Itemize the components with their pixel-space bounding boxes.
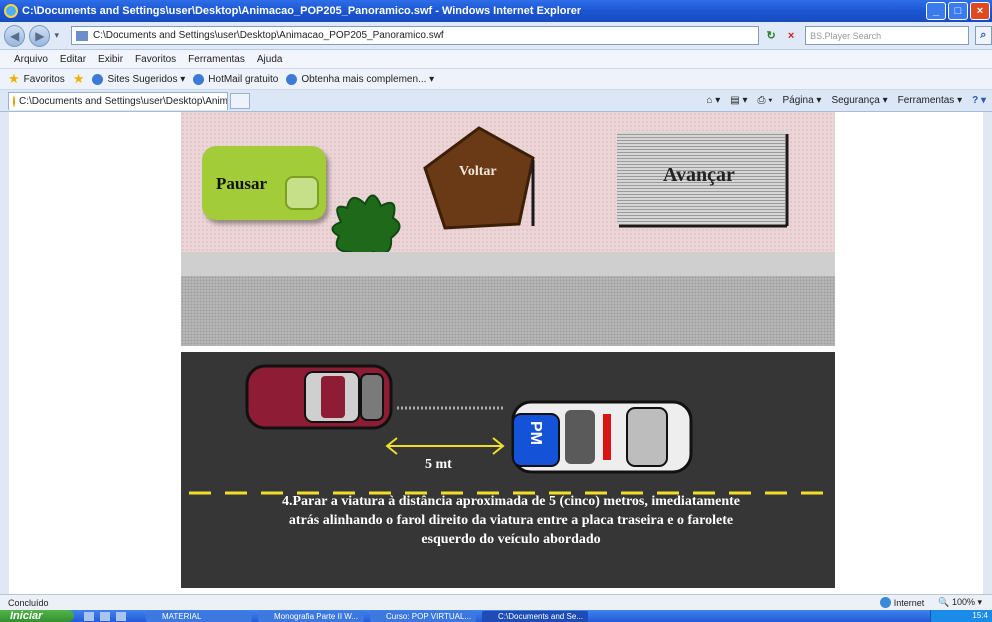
curb-area [181,276,835,346]
back-arrow-icon[interactable]: ◀ [4,24,26,47]
favorites-label: Favoritos [23,73,65,85]
page-icon [75,30,88,41]
favorites-button[interactable]: ★ Favoritos [8,71,65,87]
taskbar-button[interactable]: Curso: POP VIRTUAL... [370,610,476,622]
ie-window: C:\Documents and Settings\user\Desktop\A… [0,0,992,622]
fav-complementos[interactable]: Obtenha mais complemen... ▾ [286,73,435,85]
instruction-line: esquerdo do veículo abordado [421,532,601,547]
quick-launch-icon[interactable] [84,611,94,621]
menu-arquivo[interactable]: Arquivo [14,54,48,65]
cmd-pagina[interactable]: Página ▾ [783,95,822,106]
stop-icon[interactable]: × [783,28,799,44]
nav-history-dropdown-icon[interactable]: ▾ [54,30,59,41]
content-right-border [983,112,992,594]
address-input[interactable]: C:\Documents and Settings\user\Desktop\A… [70,26,760,45]
status-right: Internet 🔍 100% ▾ [879,597,992,608]
distance-arrow [385,437,505,455]
taskbar-button[interactable]: MATERIAL [146,610,252,622]
menu-bar: Arquivo Editar Exibir Favoritos Ferramen… [0,50,992,69]
curb-top [181,252,835,276]
status-bar: Concluído Internet 🔍 100% ▾ [0,594,992,610]
page-content: Pausar Voltar Avançar PM 5 mt 4.Parar a … [9,112,983,594]
page-icon [193,73,205,85]
quick-launch-icon[interactable] [100,611,110,621]
system-tray-clock: 15:4 [930,610,992,622]
close-button[interactable]: × [970,2,990,20]
feeds-icon[interactable]: ▤ ▾ [730,95,747,106]
search-icon[interactable]: ⌕ [974,26,992,45]
distance-label: 5 mt [425,457,452,472]
measure-dotted-line [397,406,503,410]
zone-indicator[interactable]: Internet [879,597,925,608]
help-icon[interactable]: ? ▾ [972,95,986,106]
menu-exibir[interactable]: Exibir [98,54,123,65]
home-icon[interactable]: ⌂ ▾ [706,95,720,106]
menu-favoritos[interactable]: Favoritos [135,54,176,65]
maroon-car [245,364,393,430]
add-favorite-icon[interactable]: ★ [73,71,85,87]
instruction-line: atrás alinhando o farol direito da viatu… [288,513,734,528]
quick-launch-icon[interactable] [116,611,126,621]
taskbar: Iniciar MATERIAL Monografia Parte II W..… [0,610,992,622]
flash-animation[interactable]: Pausar Voltar Avançar PM 5 mt 4.Parar a … [181,112,835,594]
tab-row: C:\Documents and Settings\user\Desktop\A… [0,90,992,112]
title-bar: C:\Documents and Settings\user\Desktop\A… [0,0,992,22]
pause-square-icon [285,176,319,210]
content-left-border [0,112,9,594]
favorites-bar: ★ Favoritos ★ Sites Sugeridos ▾ HotMail … [0,69,992,90]
window-title: C:\Documents and Settings\user\Desktop\A… [22,5,582,17]
instruction-text: 4.Parar a viatura à distância aproximada… [211,492,811,549]
menu-editar[interactable]: Editar [60,54,86,65]
instruction-line: 4.Parar a viatura à distância aproximada… [281,494,741,509]
search-placeholder: BS.Player Search [810,30,882,41]
zoom-label: 100% [951,597,975,607]
tab-title: C:\Documents and Settings\user\Desktop\A… [19,95,228,107]
cmd-ferramentas[interactable]: Ferramentas ▾ [898,95,962,106]
star-icon: ★ [8,71,20,86]
page-icon [286,73,298,85]
ie-logo-icon [4,4,18,18]
quick-launch [74,611,146,621]
pause-label: Pausar [216,174,267,193]
address-row: ◀ ▶ ▾ C:\Documents and Settings\user\Des… [0,22,992,50]
status-text: Concluído [8,597,49,608]
tab-current[interactable]: C:\Documents and Settings\user\Desktop\A… [8,91,228,110]
maximize-button[interactable]: □ [948,2,968,20]
fav-label: Sites Sugeridos ▾ [107,73,186,85]
police-label: PM [527,421,544,445]
globe-icon [879,597,891,608]
search-input[interactable]: BS.Player Search [805,26,969,45]
taskbar-button-active[interactable]: C:\Documents and Se... [482,610,588,622]
start-button[interactable]: Iniciar [0,610,74,622]
fav-label: HotMail gratuito [208,73,279,85]
ie-logo-icon [13,95,15,107]
menu-ferramentas[interactable]: Ferramentas [188,54,245,65]
pause-button[interactable]: Pausar [202,146,326,220]
page-icon [92,73,104,85]
menu-ajuda[interactable]: Ajuda [257,54,283,65]
back-label: Voltar [459,164,497,179]
window-controls: _ □ × [926,2,990,20]
cmd-seguranca[interactable]: Segurança ▾ [831,95,887,106]
forward-arrow-icon[interactable]: ▶ [29,24,51,47]
zoom-control[interactable]: 🔍 100% ▾ [938,597,982,608]
fav-hotmail[interactable]: HotMail gratuito [193,73,279,85]
refresh-icon[interactable]: ↻ [763,28,779,44]
print-icon[interactable]: ⎙ ▾ [758,95,773,106]
minimize-button[interactable]: _ [926,2,946,20]
command-bar: ⌂ ▾ ▤ ▾ ⎙ ▾ Página ▾ Segurança ▾ Ferrame… [706,95,992,106]
new-tab-button[interactable] [230,92,250,109]
next-label: Avançar [663,164,735,186]
fav-label: Obtenha mais complemen... ▾ [301,73,435,85]
fav-sites-sugeridos[interactable]: Sites Sugeridos ▾ [92,73,186,85]
taskbar-button[interactable]: Monografia Parte II W... [258,610,364,622]
zone-label: Internet [893,598,925,608]
address-tools: ↻ × [763,28,799,44]
address-url: C:\Documents and Settings\user\Desktop\A… [92,30,444,41]
